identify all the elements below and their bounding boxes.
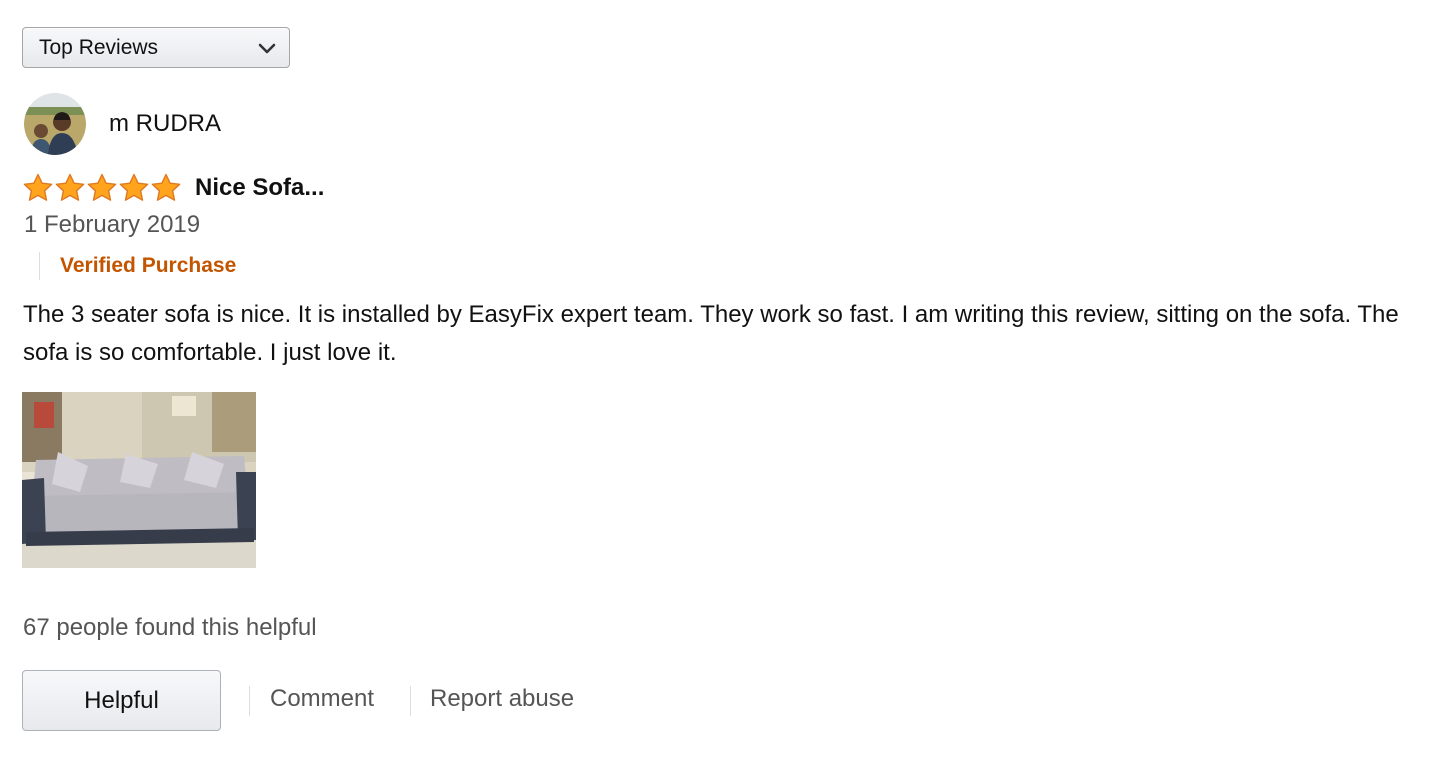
verified-purchase-badge[interactable]: Verified Purchase — [39, 252, 236, 280]
comment-link[interactable]: Comment — [270, 685, 374, 713]
chevron-down-icon — [258, 43, 276, 54]
star-rating[interactable] — [22, 172, 182, 204]
helpful-button[interactable]: Helpful — [22, 670, 221, 731]
review-page: Top Reviews m RUDRA Nice Sofa... 1 Febru… — [0, 0, 1432, 762]
avatar[interactable] — [24, 93, 86, 155]
star-icon — [119, 173, 149, 201]
sofa-photo — [22, 392, 256, 568]
report-abuse-link[interactable]: Report abuse — [430, 685, 574, 713]
reviewer-profile[interactable]: m RUDRA — [24, 93, 221, 155]
review-date: 1 February 2019 — [24, 211, 201, 238]
helpful-count: 67 people found this helpful — [23, 614, 317, 641]
star-icon — [55, 173, 85, 201]
sort-dropdown[interactable]: Top Reviews — [22, 27, 290, 68]
review-body: The 3 seater sofa is nice. It is install… — [23, 301, 1399, 366]
review-title[interactable]: Nice Sofa... — [195, 174, 324, 202]
star-icon — [151, 173, 181, 201]
divider — [410, 686, 411, 716]
sort-dropdown-value: Top Reviews — [39, 35, 159, 59]
star-icon — [87, 173, 117, 201]
review-image[interactable] — [22, 392, 256, 568]
rating-title-row: Nice Sofa... — [22, 172, 324, 204]
divider — [249, 686, 250, 716]
reviewer-name[interactable]: m RUDRA — [109, 110, 221, 138]
star-icon — [23, 173, 53, 201]
